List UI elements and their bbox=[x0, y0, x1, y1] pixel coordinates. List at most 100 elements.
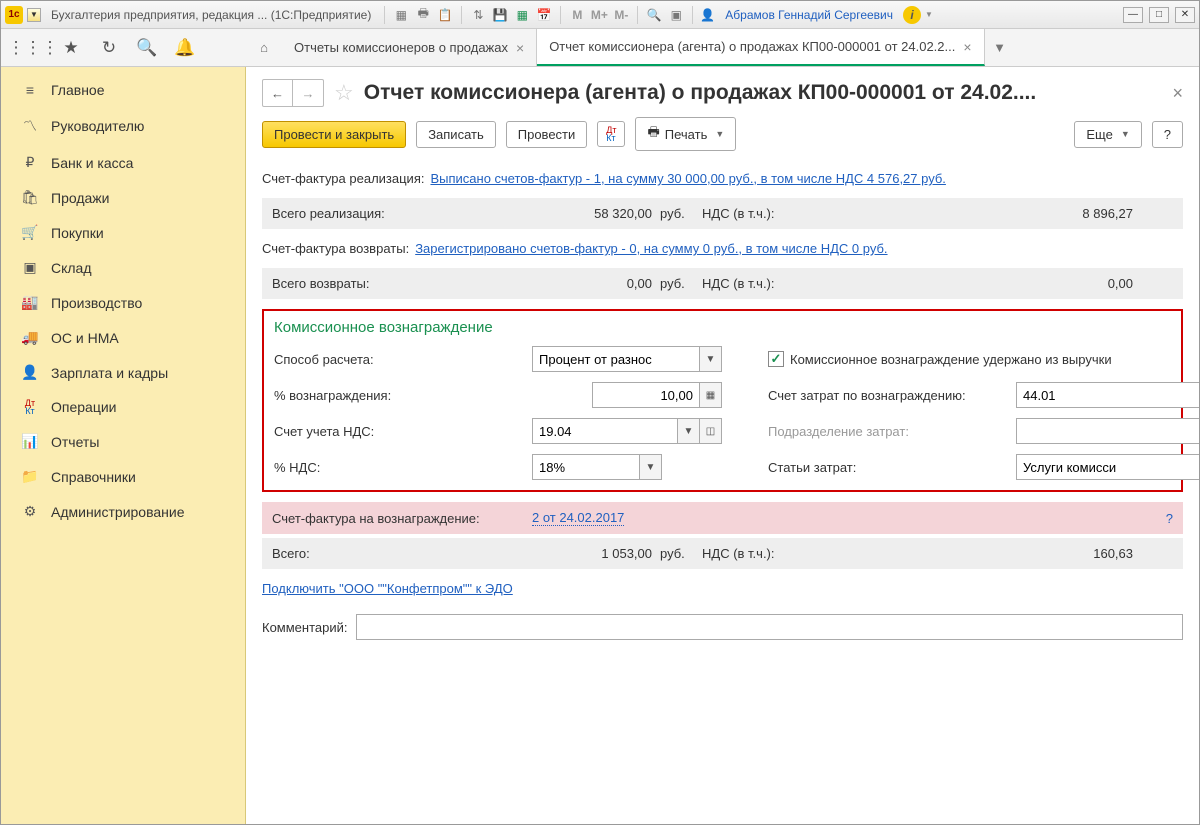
print-icon[interactable]: 🖶 bbox=[414, 6, 432, 24]
total-returns-row: Всего возвраты: 0,00 руб. НДС (в т.ч.): … bbox=[262, 268, 1183, 299]
close-button[interactable]: ✕ bbox=[1175, 7, 1195, 23]
notifications-icon[interactable]: 🔔 bbox=[175, 38, 195, 58]
save-button[interactable]: Записать bbox=[416, 121, 496, 148]
total-row: Всего: 1 053,00 руб. НДС (в т.ч.): 160,6… bbox=[262, 538, 1183, 569]
comment-input[interactable] bbox=[356, 614, 1184, 640]
app-menu-dropdown[interactable]: ▼ bbox=[27, 8, 41, 22]
tab-reports[interactable]: Отчеты комиссионеров о продажах × bbox=[282, 29, 537, 66]
post-button[interactable]: Провести bbox=[506, 121, 588, 148]
post-and-close-button[interactable]: Провести и закрыть bbox=[262, 121, 406, 148]
sidebar-item-operations[interactable]: ДтКтОперации bbox=[1, 390, 245, 424]
maximize-button[interactable]: □ bbox=[1149, 7, 1169, 23]
invoice-returns-label: Счет-фактура возвраты: bbox=[262, 241, 409, 256]
dtkt-button[interactable]: ДтКт bbox=[597, 121, 625, 147]
invoice-returns-link[interactable]: Зарегистрировано счетов-фактур - 0, на с… bbox=[415, 241, 887, 256]
page-close-icon[interactable]: × bbox=[1172, 83, 1183, 104]
toolbar: ⋮⋮⋮ ★ ↻ 🔍 🔔 ⌂ Отчеты комиссионеров о про… bbox=[1, 29, 1199, 67]
folder-icon: 📁 bbox=[21, 468, 39, 485]
factory-icon: 🏭 bbox=[21, 294, 39, 311]
commission-invoice-link[interactable]: 2 от 24.02.2017 bbox=[532, 510, 624, 526]
save-icon[interactable]: 💾 bbox=[491, 6, 509, 24]
app-title: Бухгалтерия предприятия, редакция ... (1… bbox=[51, 8, 371, 22]
sidebar-item-sales[interactable]: 🛍Продажи bbox=[1, 180, 245, 215]
command-bar: Провести и закрыть Записать Провести ДтК… bbox=[246, 117, 1199, 163]
tabs-dropdown[interactable]: ▼ bbox=[985, 29, 1015, 66]
sidebar: ≡Главное 〽Руководителю ₽Банк и касса 🛍Пр… bbox=[1, 67, 246, 824]
info-icon[interactable]: i bbox=[903, 6, 921, 24]
calendar-icon[interactable]: 📅 bbox=[535, 6, 553, 24]
sidebar-item-bank[interactable]: ₽Банк и касса bbox=[1, 145, 245, 180]
help-icon[interactable]: ? bbox=[1166, 511, 1173, 526]
dropdown-icon[interactable]: ▼ bbox=[700, 346, 722, 372]
user-name[interactable]: Абрамов Геннадий Сергеевич bbox=[725, 8, 893, 22]
total-sales-row: Всего реализация: 58 320,00 руб. НДС (в … bbox=[262, 198, 1183, 229]
sidebar-item-admin[interactable]: ⚙Администрирование bbox=[1, 494, 245, 529]
open-icon[interactable]: ◫ bbox=[700, 418, 722, 444]
favorites-icon[interactable]: ★ bbox=[61, 38, 81, 58]
forward-button[interactable]: → bbox=[293, 80, 323, 106]
edo-connect-link[interactable]: Подключить "ООО ""Конфетпром"" к ЭДО bbox=[262, 581, 513, 596]
panel-icon[interactable]: ▣ bbox=[667, 6, 685, 24]
sidebar-item-main[interactable]: ≡Главное bbox=[1, 73, 245, 107]
calc-method-select[interactable]: ▼ bbox=[532, 346, 722, 372]
sidebar-item-assets[interactable]: 🚚ОС и НМА bbox=[1, 320, 245, 355]
calculator-icon[interactable]: ▦ bbox=[700, 382, 722, 408]
commission-pct-input[interactable]: ▦ bbox=[592, 382, 722, 408]
clipboard-icon[interactable]: 📋 bbox=[436, 6, 454, 24]
page-header: ← → ☆ Отчет комиссионера (агента) о прод… bbox=[246, 67, 1199, 117]
dropdown-icon[interactable]: ▼ bbox=[640, 454, 662, 480]
expense-item-select[interactable]: ▼ ◫ bbox=[1016, 454, 1199, 480]
sidebar-item-purchases[interactable]: 🛒Покупки bbox=[1, 215, 245, 250]
search-icon[interactable]: 🔍 bbox=[137, 38, 157, 58]
sidebar-item-ref[interactable]: 📁Справочники bbox=[1, 459, 245, 494]
back-button[interactable]: ← bbox=[263, 80, 293, 106]
total-sales-vat: 8 896,27 bbox=[822, 206, 1173, 221]
tab-close-icon[interactable]: × bbox=[963, 39, 971, 55]
calc-icon[interactable]: ▦ bbox=[513, 6, 531, 24]
tab-close-icon[interactable]: × bbox=[516, 40, 524, 56]
sidebar-item-manager[interactable]: 〽Руководителю bbox=[1, 107, 245, 145]
commission-title: Комиссионное вознаграждение bbox=[274, 319, 1171, 336]
more-button[interactable]: Еще▼ bbox=[1074, 121, 1141, 148]
vat-account-select[interactable]: ▼ ◫ bbox=[532, 418, 722, 444]
commission-invoice-row: Счет-фактура на вознаграждение: 2 от 24.… bbox=[262, 502, 1183, 534]
print-button[interactable]: 🖶Печать▼ bbox=[635, 117, 736, 151]
history-icon[interactable]: ↻ bbox=[99, 38, 119, 58]
page-title: Отчет комиссионера (агента) о продажах К… bbox=[364, 81, 1163, 105]
tab-label: Отчеты комиссионеров о продажах bbox=[294, 40, 508, 55]
tab-document[interactable]: Отчет комиссионера (агента) о продажах К… bbox=[537, 29, 984, 66]
dropdown-icon[interactable]: ▼ bbox=[678, 418, 700, 444]
preview-icon[interactable]: ▦ bbox=[392, 6, 410, 24]
m-icon[interactable]: M bbox=[568, 6, 586, 24]
vat-pct-select[interactable]: ▼ bbox=[532, 454, 662, 480]
apps-icon[interactable]: ⋮⋮⋮ bbox=[23, 38, 43, 58]
logo-1c: 1c bbox=[5, 6, 23, 24]
ruble-icon: ₽ bbox=[21, 154, 39, 171]
mplus-icon[interactable]: M+ bbox=[590, 6, 608, 24]
invoice-sales-label: Счет-фактура реализация: bbox=[262, 171, 424, 186]
minimize-button[interactable]: — bbox=[1123, 7, 1143, 23]
sidebar-item-production[interactable]: 🏭Производство bbox=[1, 285, 245, 320]
home-tab[interactable]: ⌂ bbox=[246, 29, 282, 66]
tab-label: Отчет комиссионера (агента) о продажах К… bbox=[549, 39, 955, 54]
total-sales-value: 58 320,00 bbox=[532, 206, 652, 221]
printer-icon: 🖶 bbox=[647, 123, 659, 145]
sidebar-item-payroll[interactable]: 👤Зарплата и кадры bbox=[1, 355, 245, 390]
truck-icon: 🚚 bbox=[21, 329, 39, 346]
window: 1c ▼ Бухгалтерия предприятия, редакция .… bbox=[0, 0, 1200, 825]
sidebar-item-stock[interactable]: ▣Склад bbox=[1, 250, 245, 285]
expense-account-select[interactable]: ▼ ◫ bbox=[1016, 382, 1199, 408]
zoom-icon[interactable]: 🔍 bbox=[645, 6, 663, 24]
withheld-checkbox[interactable]: ✓ bbox=[768, 351, 784, 367]
sidebar-item-reports[interactable]: 📊Отчеты bbox=[1, 424, 245, 459]
favorite-star-icon[interactable]: ☆ bbox=[334, 80, 354, 106]
help-button[interactable]: ? bbox=[1152, 121, 1183, 148]
invoice-sales-link[interactable]: Выписано счетов-фактур - 1, на сумму 30 … bbox=[430, 171, 945, 186]
department-select[interactable]: ▼ ◫ bbox=[1016, 418, 1199, 444]
person-icon: 👤 bbox=[21, 364, 39, 381]
list-icon: ≡ bbox=[21, 82, 39, 98]
bars-icon: 📊 bbox=[21, 433, 39, 450]
mminus-icon[interactable]: M- bbox=[612, 6, 630, 24]
compare-icon[interactable]: ⇅ bbox=[469, 6, 487, 24]
nav-buttons: ← → bbox=[262, 79, 324, 107]
